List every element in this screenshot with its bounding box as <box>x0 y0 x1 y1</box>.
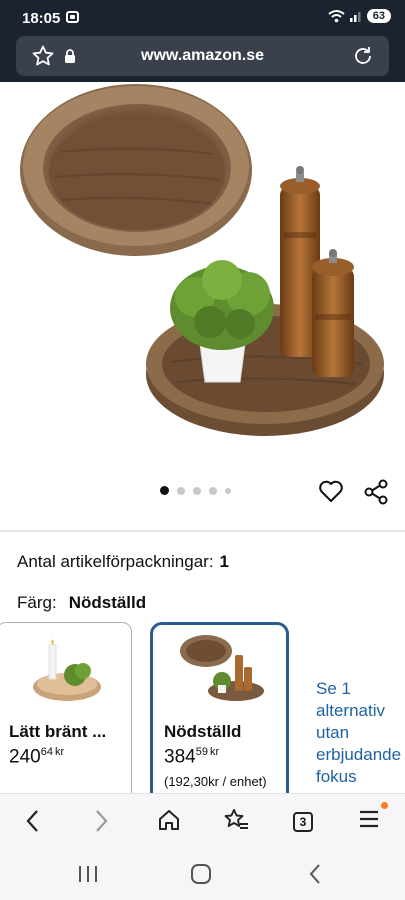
battery-level: 63 <box>366 9 391 23</box>
quantity-row: Antal artikelförpackningar: 1 <box>17 552 229 572</box>
carousel-dot[interactable] <box>177 486 185 495</box>
screen-capture-icon <box>66 11 79 23</box>
star-list-icon[interactable] <box>223 808 249 832</box>
variant-price: 38459 kr <box>164 746 220 768</box>
home-button-icon[interactable] <box>190 863 212 885</box>
carousel-dot[interactable] <box>193 486 201 495</box>
variant-title: Lätt bränt ... <box>9 722 107 741</box>
tabs-icon[interactable]: 3 <box>293 812 313 832</box>
menu-icon[interactable] <box>358 808 380 830</box>
status-time: 18:05 <box>22 10 61 27</box>
variant-unit-price: (192,30kr / enhet) <box>164 774 267 789</box>
url-text: www.amazon.se <box>141 47 264 64</box>
wifi-icon <box>328 10 345 23</box>
recent-apps-icon[interactable] <box>77 864 99 884</box>
carousel-dot[interactable] <box>225 487 231 494</box>
browser-bottom-nav <box>0 793 405 851</box>
color-value: Nödställd <box>68 593 147 612</box>
share-icon[interactable] <box>363 479 389 505</box>
quantity-label: Antal artikelförpackningar: <box>17 552 214 571</box>
home-icon[interactable] <box>157 808 181 832</box>
heart-icon[interactable] <box>318 479 344 503</box>
product-photo <box>20 84 384 436</box>
carousel-dot[interactable] <box>160 486 169 495</box>
quantity-value: 1 <box>219 552 230 571</box>
variant-thumbnail <box>180 635 264 701</box>
section-divider <box>0 530 405 532</box>
status-icons: 63 <box>328 9 391 23</box>
forward-arrow-icon[interactable] <box>90 808 112 834</box>
color-label: Färg: <box>17 593 57 612</box>
see-alternatives-link[interactable]: Se 1 alternativ utan erbjudande fokus <box>316 678 405 788</box>
status-bar: 18:05 63 <box>0 0 405 36</box>
notification-dot <box>381 802 388 809</box>
variant-thumbnail <box>33 639 101 701</box>
address-bar[interactable]: www.amazon.se <box>16 36 389 76</box>
reload-icon[interactable] <box>351 44 375 68</box>
product-image-carousel[interactable] <box>0 82 405 472</box>
variant-title: Nödställd <box>164 722 242 741</box>
back-arrow-icon[interactable] <box>22 808 44 834</box>
variant-price: 24064 kr <box>9 746 65 768</box>
color-row: Färg: Nödställd <box>17 593 146 613</box>
system-nav-bar <box>0 850 405 900</box>
variant-card[interactable]: Lätt bränt ... 24064 kr <box>0 622 132 812</box>
system-back-icon[interactable] <box>307 863 323 885</box>
signal-icon <box>349 12 361 22</box>
carousel-indicator[interactable] <box>160 486 231 495</box>
browser-toolbar: www.amazon.se <box>0 36 405 82</box>
variant-card-selected[interactable]: Nödställd 38459 kr (192,30kr / enhet) <box>150 622 289 812</box>
carousel-dot[interactable] <box>209 486 217 495</box>
